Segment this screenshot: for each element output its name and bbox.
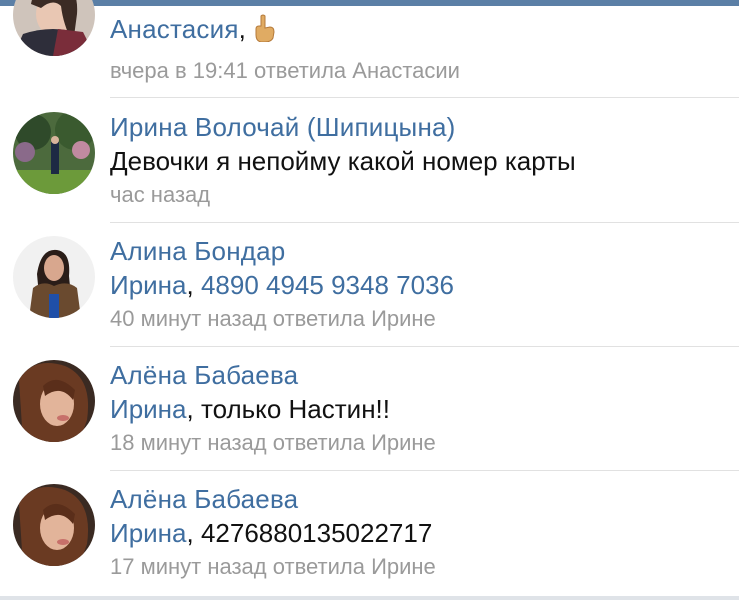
comment-text: Ирина, 4890 4945 9348 7036 bbox=[110, 270, 454, 301]
bottom-divider bbox=[0, 596, 739, 600]
mention-separator: , bbox=[186, 270, 201, 300]
pointing-up-hand-emoji-icon bbox=[253, 14, 275, 49]
mention-separator: , bbox=[186, 518, 201, 548]
avatar[interactable] bbox=[13, 0, 95, 56]
comment-item[interactable]: Алёна Бабаева Ирина, только Настин!! 18 … bbox=[0, 346, 739, 471]
reply-mention-link[interactable]: Ирина bbox=[110, 394, 187, 424]
comment-meta[interactable]: 40 минут назад ответила Ирине bbox=[110, 306, 436, 332]
comment-author[interactable]: Алёна Бабаева bbox=[110, 360, 298, 391]
comment-text: Ирина, только Настин!! bbox=[110, 394, 390, 425]
comment-meta[interactable]: 17 минут назад ответила Ирине bbox=[110, 554, 436, 580]
comment-author[interactable]: Анастасия bbox=[110, 14, 239, 44]
comment-text: Девочки я непойму какой номер карты bbox=[110, 146, 576, 176]
comment-text: Ирина, 4276880135022717 bbox=[110, 518, 432, 549]
avatar[interactable] bbox=[13, 360, 95, 442]
avatar[interactable] bbox=[13, 112, 95, 194]
avatar[interactable] bbox=[13, 484, 95, 566]
comment-message: 4276880135022717 bbox=[200, 518, 433, 548]
comment-author[interactable]: Алина Бондар bbox=[110, 236, 285, 267]
comment-text: , bbox=[238, 14, 246, 44]
comment-item[interactable]: Ирина Волочай (Шипицына) Девочки я непой… bbox=[0, 98, 739, 223]
comment-author[interactable]: Ирина Волочай (Шипицына) bbox=[110, 112, 456, 143]
comment-author[interactable]: Алёна Бабаева bbox=[110, 484, 298, 515]
comment-message: только Настин!! bbox=[200, 394, 390, 424]
comment-meta[interactable]: вчера в 19:41 ответила Анастасии bbox=[110, 58, 460, 84]
comment-meta[interactable]: 18 минут назад ответила Ирине bbox=[110, 430, 436, 456]
comment-item[interactable]: Анастасия, вчера в 19:41 ответила Анаста… bbox=[0, 0, 739, 98]
avatar[interactable] bbox=[13, 236, 95, 318]
reply-mention-link[interactable]: Ирина bbox=[110, 518, 187, 548]
comment-meta[interactable]: час назад bbox=[110, 182, 210, 208]
card-number-link[interactable]: 4890 4945 9348 7036 bbox=[201, 270, 454, 300]
mention-separator: , bbox=[186, 394, 201, 424]
comment-item[interactable]: Алёна Бабаева Ирина, 4276880135022717 17… bbox=[0, 470, 739, 594]
comment-item[interactable]: Алина Бондар Ирина, 4890 4945 9348 7036 … bbox=[0, 222, 739, 347]
reply-mention-link[interactable]: Ирина bbox=[110, 270, 187, 300]
